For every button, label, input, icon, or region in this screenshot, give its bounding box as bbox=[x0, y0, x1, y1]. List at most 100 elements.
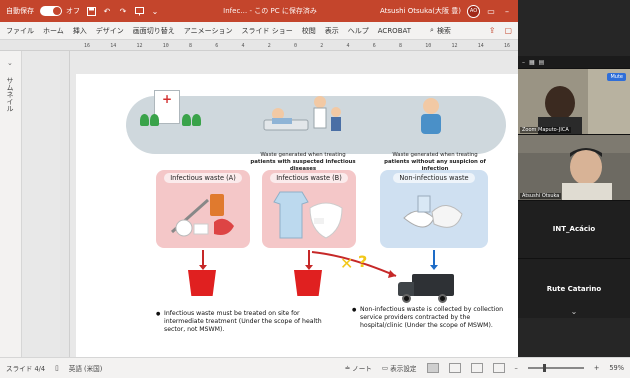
tab-slideshow[interactable]: スライド ショー bbox=[242, 26, 293, 36]
arrow-to-truck bbox=[430, 250, 438, 270]
minimize-icon[interactable]: – bbox=[502, 6, 512, 16]
bullet-non-infectious-note: Non-infectious waste is collected by col… bbox=[352, 306, 506, 330]
vertical-ruler bbox=[60, 51, 70, 357]
tab-home[interactable]: ホーム bbox=[43, 26, 64, 36]
chevron-down-icon[interactable]: ⌄ bbox=[518, 307, 630, 316]
red-bin-b bbox=[294, 270, 322, 296]
ruler-tick: 8 bbox=[399, 43, 403, 49]
ruler-tick: 8 bbox=[189, 43, 193, 49]
autosave-toggle[interactable] bbox=[40, 6, 62, 16]
tab-insert[interactable]: 挿入 bbox=[73, 26, 87, 36]
thumbnail-pane: ⌄ サムネイル bbox=[0, 51, 22, 357]
present-icon[interactable] bbox=[134, 6, 144, 16]
speaker-view-icon[interactable]: ▤ bbox=[539, 59, 545, 66]
title-bar: 自動保存 オフ ↶ ↷ ⌄ Infec… - この PC に保存済み Atsus… bbox=[0, 0, 518, 22]
accessibility-icon[interactable]: ▯ bbox=[55, 364, 59, 372]
save-icon[interactable] bbox=[86, 6, 96, 16]
panel-a-title: Infectious waste (A) bbox=[164, 173, 242, 183]
chevron-down-icon[interactable]: ⌄ bbox=[150, 6, 160, 16]
video-tile-3[interactable]: INT_Acácio bbox=[518, 200, 630, 258]
ruler-tick: 10 bbox=[162, 43, 169, 49]
caption-suspected-text: Waste generated when treating bbox=[260, 152, 346, 158]
ruler-tick: 12 bbox=[451, 43, 458, 49]
panel-b-title: Infectious waste (B) bbox=[270, 173, 348, 183]
zoom-slider-thumb[interactable] bbox=[543, 364, 547, 372]
tab-review[interactable]: 校閲 bbox=[302, 26, 316, 36]
tab-acrobat[interactable]: ACROBAT bbox=[378, 27, 411, 35]
ruler-tick: 4 bbox=[241, 43, 245, 49]
video-tile-2[interactable]: Atsushi Otsuka bbox=[518, 134, 630, 200]
video-tile-1[interactable]: Mute Zoom Maputo-JICA bbox=[518, 68, 630, 134]
display-settings-icon: ▭ bbox=[381, 364, 389, 372]
search-box[interactable]: ⌕ 検索 bbox=[430, 26, 451, 36]
user-name: Atsushi Otsuka(大阪 豊) bbox=[380, 7, 461, 15]
reading-view-button[interactable] bbox=[470, 363, 483, 373]
ruler-tick: 14 bbox=[110, 43, 117, 49]
notes-button[interactable]: ≐ ノート bbox=[345, 363, 372, 373]
tree-icon bbox=[182, 114, 191, 126]
mute-badge[interactable]: Mute bbox=[607, 73, 626, 81]
general-waste-illustration bbox=[403, 195, 463, 228]
zoom-slider[interactable] bbox=[527, 364, 584, 372]
undo-icon[interactable]: ↶ bbox=[102, 6, 112, 16]
screen: 自動保存 オフ ↶ ↷ ⌄ Infec… - この PC に保存済み Atsus… bbox=[0, 0, 630, 378]
ruler-tick: 16 bbox=[504, 43, 511, 49]
slide-counter: スライド 4/4 bbox=[6, 365, 46, 373]
slide[interactable]: + Waste generated when treating patients… bbox=[76, 74, 518, 357]
document-status: Infec… - この PC に保存済み bbox=[223, 7, 317, 15]
display-settings-button[interactable]: ▭ 表示設定 bbox=[382, 363, 417, 373]
search-icon: ⌕ bbox=[430, 26, 434, 34]
share-icon[interactable]: ⇪ bbox=[489, 26, 496, 35]
grid-view-icon[interactable]: ▦ bbox=[529, 59, 535, 66]
normal-view-button[interactable] bbox=[426, 363, 439, 373]
ruler-tick: 16 bbox=[84, 43, 91, 49]
red-bin-a bbox=[188, 270, 216, 296]
question-mark: ? bbox=[358, 252, 368, 271]
gown-diaper-illustration bbox=[273, 191, 343, 239]
redo-icon[interactable]: ↷ bbox=[118, 6, 128, 16]
language-indicator[interactable]: 英語 (米国) bbox=[69, 363, 103, 373]
x-mark: ✕ bbox=[340, 254, 354, 273]
chevron-down-icon[interactable]: ⌄ bbox=[7, 59, 13, 67]
zoom-out-button[interactable]: – bbox=[515, 364, 518, 372]
ruler-tick: 2 bbox=[320, 43, 324, 49]
autosave-label: 自動保存 bbox=[6, 7, 34, 15]
caption-no-suspicion-text: Waste generated when treating bbox=[392, 152, 478, 158]
tree-icon bbox=[192, 114, 201, 126]
bullet-infectious-note: Infectious waste must be treated on site… bbox=[156, 310, 334, 334]
status-bar: スライド 4/4 ▯ 英語 (米国) ≐ ノート ▭ 表示設定 – + 59% bbox=[0, 357, 630, 378]
video-toolbar: – ▦ ▤ bbox=[518, 56, 630, 68]
ruler-corner bbox=[0, 40, 76, 51]
video-tile-4[interactable]: Rute Catarino ⌄ bbox=[518, 258, 630, 318]
ruler-tick: 14 bbox=[477, 43, 484, 49]
panel-non-infectious: Non-infectious waste bbox=[380, 170, 488, 248]
tab-view[interactable]: 表示 bbox=[325, 26, 339, 36]
hospital-illustration: + bbox=[138, 84, 201, 140]
participant-title: Rute Catarino bbox=[546, 285, 602, 293]
slideshow-button[interactable] bbox=[492, 363, 505, 373]
suspected-patient-illustration bbox=[263, 96, 341, 131]
ruler-tick: 6 bbox=[372, 43, 376, 49]
medical-cross-icon: + bbox=[162, 92, 173, 106]
participant-video bbox=[518, 135, 630, 200]
tab-transitions[interactable]: 画面切り替え bbox=[133, 26, 175, 36]
tab-help[interactable]: ヘルプ bbox=[348, 26, 369, 36]
tab-animations[interactable]: アニメーション bbox=[184, 26, 233, 36]
zoom-in-button[interactable]: + bbox=[594, 364, 600, 372]
healthy-patient-illustration bbox=[421, 98, 441, 134]
thumbnail-pane-label: サムネイル bbox=[6, 77, 14, 112]
zoom-percent[interactable]: 59% bbox=[609, 364, 624, 372]
participant-name: Atsushi Otsuka bbox=[520, 193, 562, 199]
search-label: 検索 bbox=[436, 26, 451, 35]
display-settings-label: 表示設定 bbox=[390, 365, 417, 373]
comment-icon[interactable]: ▢ bbox=[504, 26, 512, 35]
slide-sorter-button[interactable] bbox=[448, 363, 461, 373]
avatar[interactable]: AO bbox=[467, 4, 480, 18]
tab-file[interactable]: ファイル bbox=[6, 26, 34, 36]
notes-label: ノート bbox=[352, 365, 372, 373]
garbage-truck-icon bbox=[398, 274, 454, 304]
horizontal-ruler: 16 14 12 10 8 6 4 2 0 2 4 6 8 10 12 14 16 bbox=[76, 40, 518, 51]
minimize-icon[interactable]: – bbox=[522, 59, 525, 66]
tab-design[interactable]: デザイン bbox=[96, 26, 124, 36]
ribbon-display-icon[interactable]: ▭ bbox=[486, 6, 496, 16]
